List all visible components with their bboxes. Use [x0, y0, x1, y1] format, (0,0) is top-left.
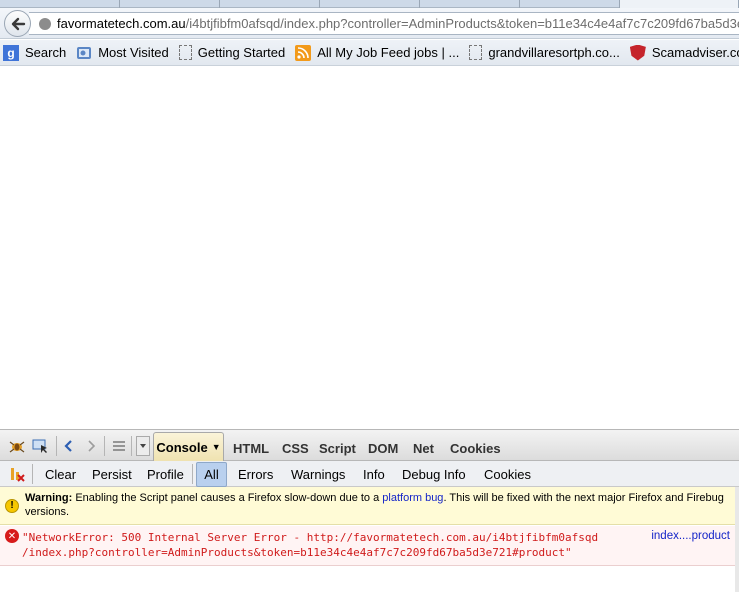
navigation-bar: favormatetech.com.au/i4btjfibfm0afsqd/in…: [0, 8, 739, 39]
google-icon: g: [3, 44, 19, 61]
tab-strip: [0, 0, 739, 8]
page-content: [0, 67, 739, 429]
error-icon: ✕: [5, 529, 19, 543]
rss-icon: [295, 44, 312, 61]
profile-button[interactable]: Profile: [147, 467, 184, 482]
filter-all[interactable]: All: [196, 462, 227, 487]
back-button[interactable]: [4, 10, 31, 37]
browser-tab[interactable]: [420, 0, 520, 8]
tab-html[interactable]: HTML: [233, 441, 269, 456]
warning-message: ! Warning: Enabling the Script panel cau…: [0, 487, 735, 525]
browser-tab[interactable]: [0, 0, 120, 8]
most-visited-icon: [76, 45, 92, 61]
clear-log-icon[interactable]: [8, 465, 26, 483]
persist-button[interactable]: Persist: [92, 467, 132, 482]
chevron-right-icon[interactable]: [82, 437, 100, 455]
bookmark-label: Search: [25, 45, 67, 60]
filter-info[interactable]: Info: [363, 467, 385, 482]
filter-warnings[interactable]: Warnings: [291, 467, 345, 482]
browser-tab[interactable]: [320, 0, 420, 8]
shield-icon: [629, 44, 646, 61]
firebug-icon[interactable]: [8, 437, 26, 455]
bookmark-label: All My Job Feed jobs | ...: [317, 45, 460, 60]
tab-cookies[interactable]: Cookies: [450, 441, 501, 456]
bookmark-label: grandvillaresortph.co...: [488, 45, 620, 60]
bookmark-label: Most Visited: [98, 45, 169, 60]
bookmark-getting-started[interactable]: Getting Started: [178, 45, 286, 60]
warning-icon: !: [5, 499, 19, 513]
browser-tab[interactable]: [120, 0, 220, 8]
error-text-line1: "NetworkError: 500 Internal Server Error…: [22, 531, 599, 544]
url-host: favormatetech.com.au: [57, 16, 186, 31]
filter-errors[interactable]: Errors: [238, 467, 273, 482]
back-arrow-icon: [11, 17, 25, 30]
filter-debug-info[interactable]: Debug Info: [402, 467, 466, 482]
filter-cookies[interactable]: Cookies: [484, 467, 531, 482]
bookmark-label: Getting Started: [197, 45, 286, 60]
url-bar[interactable]: favormatetech.com.au/i4btjfibfm0afsqd/in…: [29, 12, 739, 35]
page-icon: [469, 45, 483, 60]
panel-dropdown-icon[interactable]: [136, 436, 150, 456]
tab-console-label: Console: [156, 439, 208, 455]
inspect-icon[interactable]: [32, 437, 50, 455]
platform-bug-link[interactable]: platform bug: [382, 492, 443, 504]
browser-tab-active[interactable]: [620, 0, 739, 8]
console-filter-bar: Clear Persist Profile All Errors Warning…: [0, 461, 739, 487]
bookmark-label: Scamadviser.com | ch...: [651, 45, 739, 60]
clear-button[interactable]: Clear: [45, 467, 76, 482]
bookmark-search[interactable]: g Search: [3, 44, 67, 61]
bookmark-most-visited[interactable]: Most Visited: [76, 45, 169, 61]
warning-label: Warning:: [25, 492, 73, 504]
bookmark-job-feed[interactable]: All My Job Feed jobs | ...: [295, 44, 460, 61]
tab-script[interactable]: Script: [319, 441, 356, 456]
error-text-line2: /index.php?controller=AdminProducts&toke…: [22, 546, 572, 559]
bookmark-grandvilla[interactable]: grandvillaresortph.co...: [469, 45, 620, 60]
filter-all-label: All: [204, 467, 219, 482]
bookmarks-toolbar: g Search Most Visited Getting Started Al…: [0, 40, 739, 66]
menu-lines-icon[interactable]: [110, 437, 128, 455]
tab-dom[interactable]: DOM: [368, 441, 398, 456]
tab-net[interactable]: Net: [413, 441, 434, 456]
chevron-down-icon: ▼: [211, 442, 221, 452]
warning-text: Enabling the Script panel causes a Firef…: [75, 492, 380, 504]
browser-tab[interactable]: [220, 0, 320, 8]
error-source-link[interactable]: index....product: [651, 530, 730, 542]
browser-tab[interactable]: [520, 0, 620, 8]
globe-icon: [39, 17, 51, 30]
bookmark-scamadviser[interactable]: Scamadviser.com | ch...: [629, 44, 739, 61]
page-icon: [178, 45, 192, 60]
scrollbar[interactable]: [735, 487, 739, 592]
tab-css[interactable]: CSS: [282, 441, 309, 456]
firebug-toolbar: Console ▼ HTML CSS Script DOM Net Cookie…: [0, 429, 739, 461]
error-text: "NetworkError: 500 Internal Server Error…: [22, 530, 642, 560]
error-message[interactable]: ✕ "NetworkError: 500 Internal Server Err…: [0, 526, 735, 566]
url-path: /i4btjfibfm0afsqd/index.php?controller=A…: [185, 16, 739, 31]
tab-console[interactable]: Console ▼: [153, 432, 224, 461]
chevron-left-icon[interactable]: [60, 437, 78, 455]
